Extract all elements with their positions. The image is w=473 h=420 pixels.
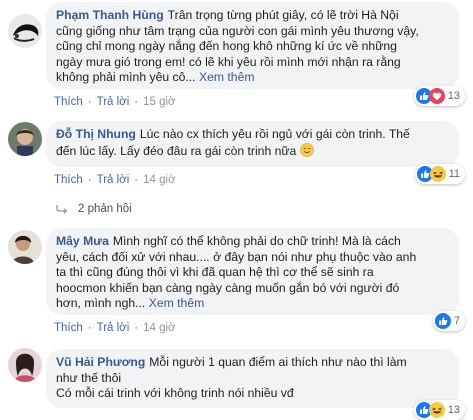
comment-bubble: Phạm Thanh Hùng Trân trọng từng phút giây… xyxy=(46,2,459,89)
comment-author[interactable]: Vũ Hải Phương xyxy=(56,355,145,369)
avatar-image xyxy=(8,14,42,48)
like-button[interactable]: Thích xyxy=(54,174,83,186)
comment-time[interactable]: 14 giờ xyxy=(143,322,175,334)
reaction-count: 13 xyxy=(447,90,460,102)
separator-dot: · xyxy=(87,322,92,334)
comment-text-line: Mỗi người 1 quan điểm ai thích như nào t… xyxy=(149,355,407,369)
comment-author[interactable]: Đỗ Thị Nhung xyxy=(56,127,136,141)
reaction-count: 7 xyxy=(453,315,460,327)
love-icon xyxy=(428,88,445,104)
comment-text-line: Mình nghĩ có thể không phải do chữ trinh… xyxy=(112,234,401,248)
like-button[interactable]: Thích xyxy=(54,322,83,334)
comment-actions: Thích · Trả lời · 14 giờ xyxy=(54,322,176,334)
comment-text-line: hơn, mình ngh... xyxy=(56,296,146,310)
like-button[interactable]: Thích xyxy=(54,96,83,108)
haha-icon xyxy=(429,166,446,182)
avatar[interactable] xyxy=(8,122,42,156)
comment-text-line: ngày mưa gió trong em! có lẽ khi yêu rồi… xyxy=(56,54,401,69)
avatar[interactable] xyxy=(8,230,42,264)
avatar[interactable] xyxy=(8,348,42,382)
smile-emoji-icon xyxy=(299,142,314,157)
like-icon xyxy=(434,313,451,329)
comment-text-line: Có mỗi cái trinh với không trinh nói nhi… xyxy=(56,386,294,400)
comment-actions: Thích · Trả lời · 14 giờ xyxy=(54,174,176,186)
see-more-link[interactable]: Xem thêm xyxy=(199,70,255,84)
comment-author[interactable]: Mây Mưa xyxy=(56,234,109,248)
reply-arrow-icon xyxy=(56,205,68,214)
comment-text-line: hoocmon khiến bạn càng ngày càng muốn gắ… xyxy=(56,280,400,295)
reply-button[interactable]: Trả lời xyxy=(97,96,130,108)
separator-dot: · xyxy=(134,322,139,334)
reply-button[interactable]: Trả lời xyxy=(97,174,130,186)
separator-dot: · xyxy=(134,174,139,186)
separator-dot: · xyxy=(134,96,139,108)
comment-time[interactable]: 15 giờ xyxy=(143,96,175,108)
separator-dot: · xyxy=(87,174,92,186)
reaction-summary[interactable]: 11 xyxy=(414,164,465,184)
avatar-image xyxy=(8,230,42,264)
comment-text-line: yêu, cách đối xử với nhau.... ở đây bạn … xyxy=(56,249,417,264)
comment-bubble: Đỗ Thị Nhung Lúc nào cx thích yêu rồi ngủ… xyxy=(46,121,459,167)
reaction-summary[interactable]: 13 xyxy=(413,400,465,420)
comment-text-line: đến lúc lấy. Lấy đéo đâu ra gái còn trin… xyxy=(56,143,297,158)
comment-text-line: như thế thôi xyxy=(56,370,122,385)
reaction-count: 13 xyxy=(447,404,460,416)
comment-time[interactable]: 14 giờ xyxy=(143,174,175,186)
reaction-summary[interactable]: 13 xyxy=(413,86,465,106)
reply-button[interactable]: Trả lời xyxy=(97,322,130,334)
comment-text-line: Lúc nào cx thích yêu rồi ngủ với gái còn… xyxy=(139,127,410,141)
reaction-count: 11 xyxy=(448,168,460,180)
comment-bubble: Mây Mưa Mình nghĩ có thể không phải do ch… xyxy=(46,228,459,315)
comment-author[interactable]: Phạm Thanh Hùng xyxy=(56,8,164,22)
comment-bubble: Vũ Hải Phương Mỗi người 1 quan điểm ai th… xyxy=(46,349,459,408)
replies-count-label: 2 phản hồi xyxy=(78,203,132,215)
see-more-link[interactable]: Xem thêm xyxy=(149,296,205,310)
separator-dot: · xyxy=(87,96,92,108)
comment-text-line: cũng chỉ mong ngày nắng đến hong khô nhữ… xyxy=(56,39,397,53)
comment-text-line: cũng giống như tâm trạng của người con g… xyxy=(56,23,419,38)
view-replies-link[interactable]: 2 phản hồi xyxy=(56,203,132,215)
reaction-summary[interactable]: 7 xyxy=(432,311,465,331)
haha-icon xyxy=(428,402,445,418)
avatar-image xyxy=(8,348,42,382)
comment-text-line: Trân trọng từng phút giây, có lẽ trời Hà… xyxy=(167,8,399,22)
avatar-image xyxy=(8,122,42,156)
avatar[interactable] xyxy=(8,14,42,48)
comment-actions: Thích · Trả lời · 15 giờ xyxy=(54,96,176,108)
comment-text-line: ta thì cũng đúng thôi vì khi đã quan hệ … xyxy=(56,265,374,279)
comment-text-line: không phải mình yêu cô... xyxy=(56,70,196,84)
